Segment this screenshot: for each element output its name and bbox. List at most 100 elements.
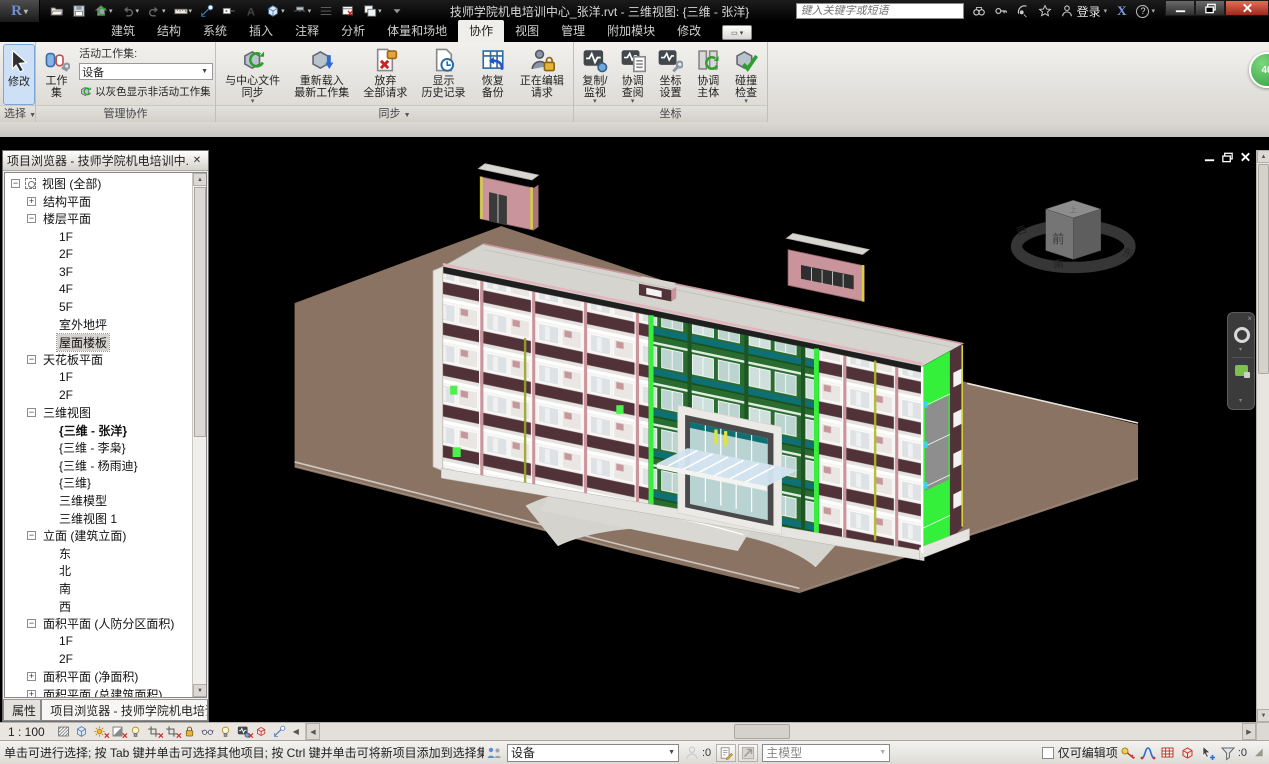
resize-grip[interactable]: ◢	[1255, 744, 1269, 762]
collapse-icon[interactable]: −	[27, 619, 36, 628]
tree-item[interactable]: {三维}	[5, 474, 192, 492]
minimize-button[interactable]	[1165, 0, 1195, 16]
infocenter-search[interactable]	[796, 3, 964, 19]
tab-视图[interactable]: 视图	[504, 20, 550, 42]
drag-on-selection-icon[interactable]	[1200, 745, 1216, 761]
tree-item[interactable]: +面积平面 (总建筑面积)	[5, 685, 192, 697]
tab-注释[interactable]: 注释	[284, 20, 330, 42]
tree-item[interactable]: 三维视图 1	[5, 509, 192, 527]
select-panel-label[interactable]: 选择 ▼	[0, 105, 35, 122]
aligned-dimension-icon[interactable]	[197, 3, 217, 19]
browser-scrollbar[interactable]: ▲ ▼	[192, 173, 206, 697]
chevron-down-icon[interactable]: ▾	[1239, 397, 1242, 404]
close-icon[interactable]: ×	[1247, 314, 1252, 323]
vertical-scrollbar-thumb[interactable]	[1258, 164, 1269, 374]
tag-by-category-icon[interactable]	[219, 3, 239, 19]
tree-item[interactable]: 西	[5, 597, 192, 615]
view-close-icon[interactable]	[1239, 151, 1252, 163]
view-restore-icon[interactable]	[1221, 151, 1234, 163]
editable-only-checkbox[interactable]	[1042, 747, 1054, 759]
undo-icon[interactable]: ▾	[118, 3, 143, 19]
show-history-button[interactable]: 显示 历史记录	[420, 44, 468, 105]
tab-修改[interactable]: 修改	[666, 20, 712, 42]
collapse-icon[interactable]: −	[27, 214, 36, 223]
text-icon[interactable]	[241, 3, 261, 19]
coordination-host-button[interactable]: 协调 主体	[693, 44, 723, 105]
select-pinned-icon[interactable]	[1160, 745, 1176, 761]
editing-requests-button[interactable]: 正在编辑 请求	[518, 44, 566, 105]
sign-in-button[interactable]: 登录 ▾	[1056, 3, 1112, 20]
modify-button[interactable]: 修改	[3, 44, 35, 105]
design-option-combo[interactable]: 主模型 ▼	[762, 744, 890, 762]
vertical-scrollbar[interactable]: ▲ ▼	[1256, 150, 1269, 722]
tree-item[interactable]: 室外地坪	[5, 316, 192, 334]
tab-插入[interactable]: 插入	[238, 20, 284, 42]
reveal-hidden-elements-icon[interactable]	[218, 724, 234, 739]
sync-with-central-button[interactable]: 与中心文件 同步▾	[223, 44, 282, 105]
sun-path-icon[interactable]	[92, 724, 108, 739]
view-minimize-icon[interactable]	[1203, 151, 1216, 163]
navigation-bar[interactable]: × ▾ ▾	[1227, 312, 1255, 410]
tree-item[interactable]: +面积平面 (净面积)	[5, 668, 192, 686]
scroll-up-icon[interactable]: ▲	[1257, 150, 1269, 163]
tree-item[interactable]: 东	[5, 544, 192, 562]
collapse-icon[interactable]: −	[27, 408, 36, 417]
unlocked-view-icon[interactable]	[182, 724, 198, 739]
collapse-left-icon[interactable]: ◀	[293, 727, 299, 736]
shadows-icon[interactable]	[110, 724, 126, 739]
close-button[interactable]	[1225, 0, 1269, 16]
save-icon[interactable]	[69, 3, 89, 19]
scroll-right-icon[interactable]: ▶	[1242, 723, 1256, 740]
search-input[interactable]	[797, 5, 963, 17]
tree-item[interactable]: {三维 - 李枭}	[5, 439, 192, 457]
steering-wheel-icon[interactable]	[1234, 327, 1250, 343]
temporary-hide-isolate-icon[interactable]	[200, 724, 216, 739]
selection-filter-icon[interactable]	[1220, 745, 1236, 761]
tree-item[interactable]: −楼层平面	[5, 210, 192, 228]
displace-elements-icon[interactable]	[254, 724, 270, 739]
tree-item[interactable]: 1F	[5, 369, 192, 387]
tree-item[interactable]: {三维 - 杨雨迪}	[5, 457, 192, 475]
editing-requests-status-icon[interactable]	[684, 745, 700, 761]
tree-item[interactable]: −天花板平面	[5, 351, 192, 369]
ribbon-display-toggle[interactable]: ▭▾	[722, 25, 752, 40]
favorites-icon[interactable]	[1034, 3, 1056, 19]
project-browser-title-bar[interactable]: 项目浏览器 - 技师学院机电培训中... ✕	[3, 151, 208, 171]
active-workset-combo[interactable]: 设备 ▼	[79, 63, 213, 80]
tree-item[interactable]: 1F	[5, 228, 192, 246]
section-icon[interactable]: ▾	[290, 3, 315, 19]
exchange-apps-icon[interactable]: X	[1111, 3, 1132, 19]
tree-item[interactable]: 屋面楼板	[5, 333, 192, 351]
restore-backup-button[interactable]: 恢复 备份	[478, 44, 508, 105]
show-rendering-dialog-icon[interactable]	[128, 724, 144, 739]
tab-系统[interactable]: 系统	[192, 20, 238, 42]
visual-style-icon[interactable]	[74, 724, 90, 739]
panel-tab-properties[interactable]: 属性	[3, 700, 41, 721]
copy-monitor-button[interactable]: 复制/ 监视▾	[580, 44, 610, 105]
switch-windows-icon[interactable]: ▾	[360, 3, 385, 19]
search-icon[interactable]	[968, 3, 990, 19]
interference-check-button[interactable]: 碰撞 检查▾	[731, 44, 761, 105]
help-button[interactable]: ?▾	[1132, 5, 1159, 18]
show-crop-region-icon[interactable]	[164, 724, 180, 739]
tree-item[interactable]: −面积平面 (人防分区面积)	[5, 615, 192, 633]
worksharing-display-icon[interactable]	[236, 724, 252, 739]
select-underlay-icon[interactable]	[1140, 745, 1156, 761]
close-icon[interactable]: ✕	[190, 154, 204, 168]
scroll-down-icon[interactable]: ▼	[193, 684, 207, 697]
tree-item[interactable]: 1F	[5, 632, 192, 650]
expand-icon[interactable]: +	[27, 672, 36, 681]
chevron-down-icon[interactable]: ▾	[1239, 346, 1242, 353]
view-cube[interactable]: 南 东 西 前 上	[1015, 200, 1134, 271]
select-links-icon[interactable]	[1120, 745, 1136, 761]
tab-建筑[interactable]: 建筑	[100, 20, 146, 42]
drawing-area[interactable]: 南 东 西 前 上	[0, 137, 1269, 722]
reveal-constraints-icon[interactable]	[272, 724, 288, 739]
tree-item[interactable]: 三维模型	[5, 492, 192, 510]
collapse-icon[interactable]: −	[27, 355, 36, 364]
crop-view-icon[interactable]	[146, 724, 162, 739]
horizontal-scrollbar-thumb[interactable]	[734, 724, 790, 739]
scale-button[interactable]: 1 : 100	[8, 725, 45, 739]
support-badge[interactable]: 40	[1249, 52, 1269, 88]
default-3d-view-icon[interactable]: ▾	[263, 3, 288, 19]
